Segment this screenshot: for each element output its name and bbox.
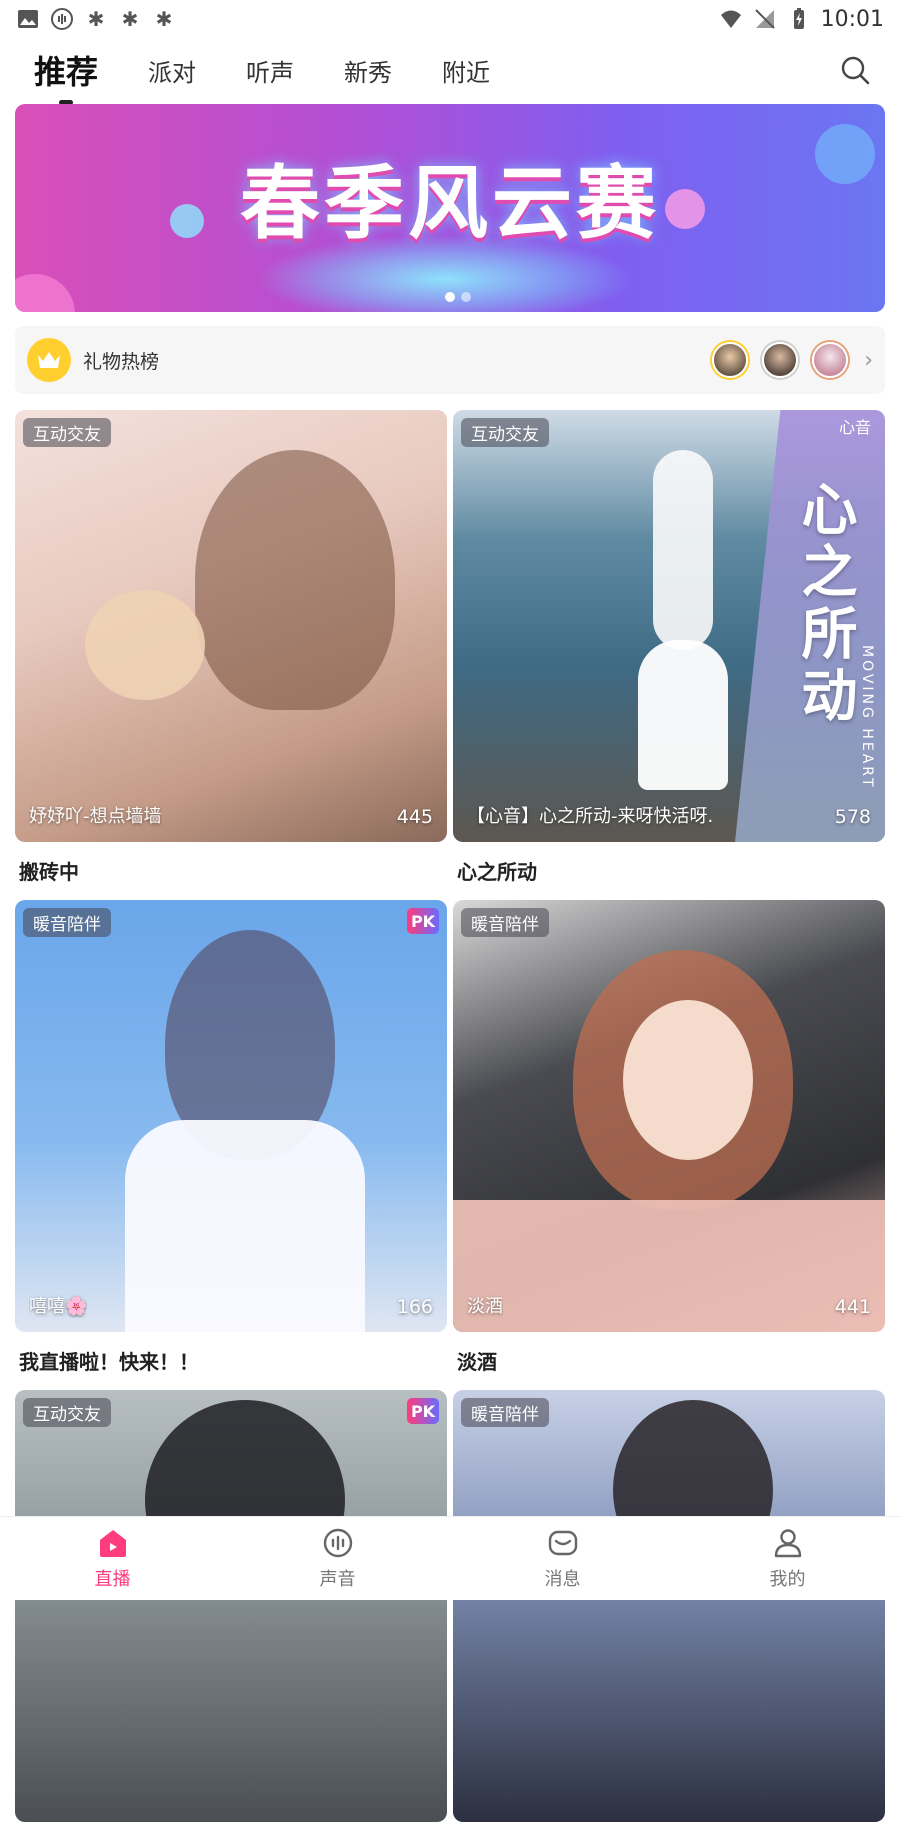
chevron-right-icon: › bbox=[864, 347, 873, 373]
host-name: 妤妤吖-想点墙墙 bbox=[29, 806, 162, 827]
promo-banner[interactable]: 春季风云赛 bbox=[15, 104, 885, 312]
crown-icon bbox=[27, 338, 71, 382]
notification-icons: ✱ ✱ ✱ bbox=[16, 7, 176, 31]
thumbnail-face bbox=[623, 1000, 753, 1160]
gift-ranking-bar[interactable]: 礼物热榜 › bbox=[15, 326, 885, 394]
bug-icon: ✱ bbox=[121, 7, 139, 31]
voice-icon bbox=[51, 8, 73, 30]
viewer-count: 441 bbox=[834, 1296, 871, 1318]
room-tag: 互动交友 bbox=[23, 1398, 111, 1427]
viewer-count: 445 bbox=[396, 806, 433, 828]
room-thumbnail: 暖音陪伴 bbox=[453, 1390, 885, 1822]
banner-title: 春季风云赛 bbox=[240, 157, 660, 250]
nav-messages[interactable]: 消息 bbox=[450, 1517, 675, 1600]
bottom-navigation: 直播 声音 消息 我的 bbox=[0, 1516, 900, 1600]
profile-icon bbox=[774, 1528, 801, 1557]
status-bar: ✱ ✱ ✱ 10:01 bbox=[0, 0, 900, 38]
clock: 10:01 bbox=[820, 6, 884, 32]
pagination-dot bbox=[461, 292, 471, 302]
room-title: 心之所动 bbox=[457, 860, 537, 884]
room-tag: 互动交友 bbox=[461, 418, 549, 447]
pagination-dot bbox=[445, 292, 455, 302]
battery-icon bbox=[793, 8, 804, 29]
viewer-count: 166 bbox=[396, 1296, 433, 1318]
bug-icon: ✱ bbox=[155, 7, 173, 31]
brand-logo: 心音 bbox=[838, 418, 871, 437]
nav-profile[interactable]: 我的 bbox=[675, 1517, 900, 1600]
live-room-card[interactable]: 暖音陪伴 bbox=[453, 1390, 885, 1822]
image-icon bbox=[18, 10, 38, 28]
host-name: 淡酒 bbox=[467, 1296, 503, 1317]
thumbnail-figure bbox=[638, 640, 728, 790]
tab-listen[interactable]: 听声 bbox=[246, 53, 294, 88]
room-title: 淡酒 bbox=[457, 1350, 497, 1374]
thumbnail-cat bbox=[85, 590, 205, 700]
thumbnail-figure bbox=[453, 1200, 885, 1332]
room-title: 搬砖中 bbox=[19, 860, 79, 884]
room-thumbnail: 心之所动 MOVING HEART 心音 互动交友 【心音】心之所动-来呀快活呀… bbox=[453, 410, 885, 842]
wifi-icon bbox=[720, 10, 741, 28]
live-room-card[interactable]: 暖音陪伴 淡酒 441 淡酒 bbox=[453, 900, 885, 1375]
voice-icon bbox=[323, 1528, 352, 1557]
no-signal-icon bbox=[754, 9, 775, 29]
overlay-title: 心之所动 bbox=[792, 480, 857, 728]
room-tag: 暖音陪伴 bbox=[461, 1398, 549, 1427]
live-room-card[interactable]: 心之所动 MOVING HEART 心音 互动交友 【心音】心之所动-来呀快活呀… bbox=[453, 410, 885, 885]
room-thumbnail: 互动交友 PK bbox=[15, 1390, 447, 1822]
nav-live[interactable]: 直播 bbox=[0, 1517, 225, 1600]
host-name: 嘻嘻🌸 bbox=[29, 1296, 88, 1317]
thumbnail-figure bbox=[125, 1120, 365, 1332]
avatar bbox=[762, 342, 799, 378]
banner-pagination bbox=[445, 292, 471, 302]
tab-newcomer[interactable]: 新秀 bbox=[344, 53, 392, 88]
tab-party[interactable]: 派对 bbox=[148, 53, 196, 88]
room-thumbnail: 暖音陪伴 PK 嘻嘻🌸 166 bbox=[15, 900, 447, 1332]
nav-label: 消息 bbox=[544, 1568, 581, 1590]
thumbnail-figure bbox=[195, 450, 395, 710]
live-room-card[interactable]: 互动交友 PK bbox=[15, 1390, 447, 1822]
room-thumbnail: 暖音陪伴 淡酒 441 bbox=[453, 900, 885, 1332]
gift-ranking-label: 礼物热榜 bbox=[83, 350, 160, 373]
room-tag: 暖音陪伴 bbox=[461, 908, 549, 937]
avatar bbox=[712, 342, 749, 378]
system-icons: 10:01 bbox=[719, 7, 884, 32]
live-home-icon bbox=[99, 1529, 126, 1557]
nav-voice[interactable]: 声音 bbox=[225, 1517, 450, 1600]
room-thumbnail: 互动交友 妤妤吖-想点墙墙 445 bbox=[15, 410, 447, 842]
nav-label: 我的 bbox=[769, 1568, 806, 1590]
live-room-card[interactable]: 暖音陪伴 PK 嘻嘻🌸 166 我直播啦！快来！！ bbox=[15, 900, 447, 1375]
viewer-count: 578 bbox=[834, 806, 871, 828]
message-icon bbox=[548, 1530, 577, 1555]
room-tag: 暖音陪伴 bbox=[23, 908, 111, 937]
category-tabs: 推荐 派对 听声 新秀 附近 bbox=[0, 40, 900, 100]
room-title: 我直播啦！快来！！ bbox=[19, 1350, 199, 1374]
pk-badge: PK bbox=[407, 1398, 439, 1424]
room-tag: 互动交友 bbox=[23, 418, 111, 447]
live-room-card[interactable]: 互动交友 妤妤吖-想点墙墙 445 搬砖中 bbox=[15, 410, 447, 885]
pk-badge: PK bbox=[407, 908, 439, 934]
host-name: 【心音】心之所动-来呀快活呀. bbox=[467, 806, 714, 827]
bug-icon: ✱ bbox=[87, 7, 105, 31]
avatar bbox=[812, 342, 849, 378]
nav-label: 声音 bbox=[319, 1568, 356, 1590]
thumbnail-figure bbox=[653, 450, 713, 650]
search-icon[interactable] bbox=[840, 55, 870, 85]
tab-nearby[interactable]: 附近 bbox=[442, 53, 490, 88]
banner-decoration bbox=[15, 274, 75, 312]
top-gifters: › bbox=[712, 342, 873, 378]
nav-label: 直播 bbox=[94, 1568, 131, 1590]
tab-recommend[interactable]: 推荐 bbox=[34, 47, 98, 93]
overlay-subtitle: MOVING HEART bbox=[859, 645, 875, 790]
